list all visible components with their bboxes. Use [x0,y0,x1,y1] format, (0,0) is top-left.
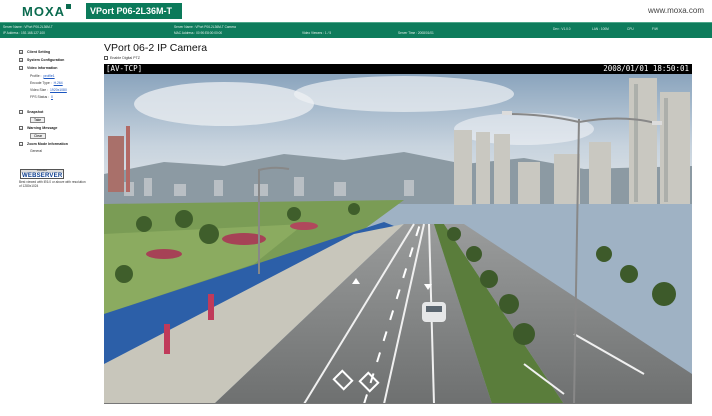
enable-option[interactable]: Enable Digital PTZ [104,56,140,60]
encode-type-link[interactable]: H.264 [54,81,63,85]
browser-recommendation-note: Best viewed with IE6.0 or above with res… [19,180,86,188]
video-timestamp: 2008/01/01 18:50:01 [603,64,689,73]
info-fw: F/W [652,27,658,31]
sidebar-item-label: Zoom Mode Information [27,142,68,146]
device-info-bar: Server Name : VPort P06-2L36M-T IP Addre… [0,22,712,38]
logo-dot-icon [66,4,71,9]
moxa-website-link[interactable]: www.moxa.com [648,6,704,15]
brand-text: MOXA [22,4,65,19]
sidebar-item-warning-message[interactable]: − Warning Message [19,126,57,130]
camera-scene-image [104,74,692,403]
moxa-logo: MOXA [22,4,71,19]
sidebar-item-label: Client Setting [27,50,51,54]
encode-type-label: Encode Type : [30,81,52,85]
top-bar: MOXA VPort P06-2L36M-T www.moxa.com [0,0,712,22]
embedded-webserver-logo: Embedded WEBSERVER [20,169,64,179]
info-cpu: CPU [627,27,634,31]
model-name: VPort P06-2L36M-T [86,3,183,19]
sidebar-item-label: Video Information [27,66,58,70]
sidebar-item-client-setting[interactable]: + Client Setting [19,50,50,54]
take-snapshot-button[interactable]: Take [30,117,46,123]
sidebar-item-zoom-mode-information[interactable]: − Zoom Mode Information [19,142,68,146]
expand-icon: + [19,50,23,54]
collapse-icon: − [19,142,23,146]
encode-type-row: Encode Type : H.264 [30,81,63,85]
fps-status-row: FPS Status :0 [30,95,53,99]
sidebar-item-video-information[interactable]: − Video Information [19,66,57,70]
enable-option-checkbox[interactable] [104,56,108,60]
fps-status-link[interactable]: 0 [51,95,53,99]
info-server-time: Server Time : 2008/01/01 [398,31,434,35]
video-size-row: Video Size :1920x1080 [30,88,67,92]
expand-icon: + [19,58,23,62]
video-size-label: Video Size : [30,88,49,92]
profile-row: Profile : profile1 [30,74,55,78]
enable-option-label: Enable Digital PTZ [110,56,140,60]
fps-status-label: FPS Status : [30,95,50,99]
profile-link[interactable]: profile1 [44,74,55,78]
sidebar-item-system-configuration[interactable]: + System Configuration [19,58,64,62]
info-mac-address: MAC Address : 00:90:E8:00:00:00 [174,31,223,35]
sidebar-item-label: Snapshot [27,110,44,114]
video-overlay-bar: [AV-TCP] 2008/01/01 18:50:01 [104,64,692,74]
live-video-view[interactable] [104,74,692,404]
info-lan: LAN : 100M [592,27,609,31]
collapse-icon: − [19,66,23,70]
video-size-link[interactable]: 1920x1080 [50,88,67,92]
collapse-icon: − [19,126,23,130]
sidebar-item-label: Warning Message [27,126,58,130]
webserver-logo-word: WEBSERVER [22,172,63,179]
info-server-name: Server Name : VPort P06-2L36M-T [3,25,53,29]
zoom-mode-value: General [30,149,43,153]
info-dev: Dev : V1.0.0 [553,27,571,31]
info-ip-address: IP Address : 192.168.127.100 [3,31,45,35]
sidebar-item-label: System Configuration [27,58,65,62]
page-title: VPort 06-2 IP Camera [104,42,208,54]
collapse-icon: − [19,110,23,114]
sidebar-item-snapshot[interactable]: − Snapshot [19,110,43,114]
clear-warning-button[interactable]: Clear [30,133,47,139]
profile-label: Profile : [30,74,42,78]
info-video-viewers: Video Viewers : 1 / 5 [302,31,332,35]
stream-mode-label: [AV-TCP] [106,64,143,73]
info-camera-name: Server Name : VPort P06-2L36M-T Camera [174,25,236,29]
